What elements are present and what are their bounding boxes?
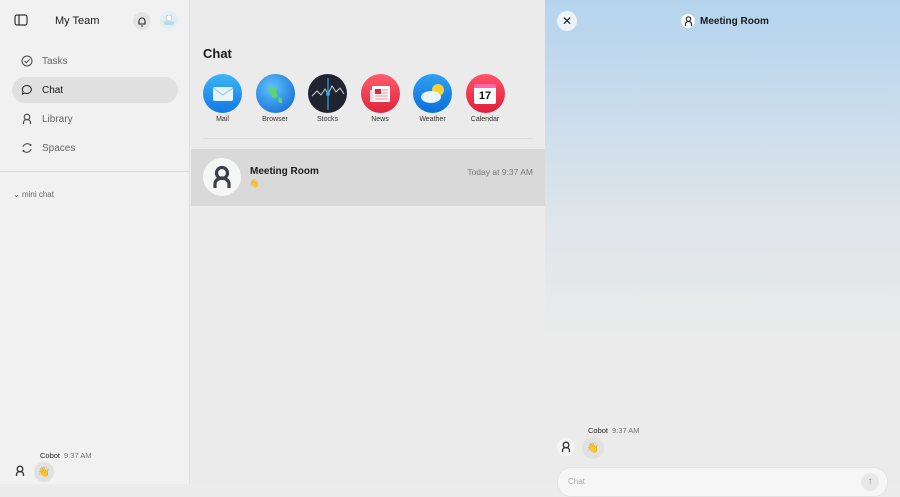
news-icon [360, 74, 400, 113]
app-label: Stocks [316, 116, 338, 123]
bot-avatar-icon [557, 438, 575, 456]
nav-label: Chat [42, 84, 64, 96]
message-meta: Cobot 9:37 AM [588, 426, 640, 435]
message-bubble: 👋 [34, 462, 54, 482]
sync-icon [22, 143, 32, 153]
app-calendar[interactable]: 17 Calendar [465, 74, 505, 123]
chat-input-placeholder: Chat [568, 477, 585, 486]
nav-spaces[interactable]: Spaces [12, 135, 178, 161]
calendar-day: 17 [474, 83, 496, 104]
close-icon: ✕ [561, 14, 573, 28]
room-avatar-icon [203, 158, 241, 196]
sender: Cobot [588, 426, 609, 435]
app-label: Calendar [470, 116, 500, 123]
arrow-up-icon: ↑ [867, 476, 873, 487]
conversation-time: Today at 9:37 AM [467, 167, 533, 177]
room-avatar-icon [681, 14, 695, 28]
weather-icon [413, 74, 452, 113]
time: 9:37 AM [64, 451, 92, 460]
app-weather[interactable]: Weather [413, 74, 452, 123]
mail-icon [203, 74, 242, 113]
nav-library[interactable]: Library [12, 106, 178, 132]
mini-chat-toggle[interactable]: ⌄ mini chat [13, 190, 54, 199]
send-button[interactable]: ↑ [861, 473, 879, 491]
chat-list-panel: Chat Mail Browser Stocks News Weather 17… [191, 0, 545, 484]
app-label: Weather [419, 116, 446, 123]
sidebar-toggle-icon[interactable] [14, 14, 28, 26]
nav-chat[interactable]: Chat [12, 77, 178, 103]
nav-tasks[interactable]: Tasks [12, 48, 178, 74]
app-news[interactable]: News [360, 74, 400, 123]
app-mail[interactable]: Mail [203, 74, 242, 123]
app-label: Browser [262, 116, 288, 123]
nav-label: Tasks [42, 55, 68, 67]
time: 9:37 AM [612, 426, 640, 435]
panel-title: Meeting Room [700, 15, 769, 27]
nav-label: Spaces [42, 142, 76, 154]
close-button[interactable]: ✕ [557, 11, 577, 31]
app-label: Mail [216, 116, 229, 123]
conversation-preview: 👋 [249, 179, 259, 188]
chevron-down-icon: ⌄ [13, 190, 22, 199]
conversation-name: Meeting Room [250, 166, 319, 177]
message-meta: Cobot 9:37 AM [40, 451, 92, 460]
app-stocks[interactable]: Stocks [308, 74, 347, 123]
stocks-icon [308, 74, 347, 113]
conversation-row[interactable]: Meeting Room Today at 9:37 AM 👋 [191, 149, 545, 206]
person-icon [22, 113, 32, 124]
globe-icon [255, 74, 295, 113]
mini-chat-label: mini chat [21, 190, 54, 199]
bot-avatar-icon [14, 464, 26, 482]
calendar-icon: 17 [465, 74, 505, 113]
divider [203, 138, 533, 139]
app-label: News [371, 116, 389, 123]
check-circle-icon [21, 55, 33, 67]
panel-header: Meeting Room [681, 14, 769, 28]
message-bubble: 👋 [582, 437, 604, 459]
nav-label: Library [42, 113, 73, 125]
sidebar: My Team Tasks Chat Library Spaces ⌄ mini… [0, 0, 190, 484]
sender: Cobot [40, 451, 61, 460]
divider [0, 171, 190, 172]
bell-icon[interactable] [133, 12, 151, 30]
user-avatar[interactable] [160, 11, 178, 29]
chat-bubble-icon [21, 84, 32, 95]
page-title: Chat [203, 46, 232, 61]
conversation-panel: ✕ Meeting Room Cobot 9:37 AM 👋 Chat ↑ [545, 0, 900, 497]
app-browser[interactable]: Browser [255, 74, 295, 123]
chat-input[interactable]: Chat ↑ [557, 467, 888, 497]
team-name[interactable]: My Team [55, 15, 99, 27]
